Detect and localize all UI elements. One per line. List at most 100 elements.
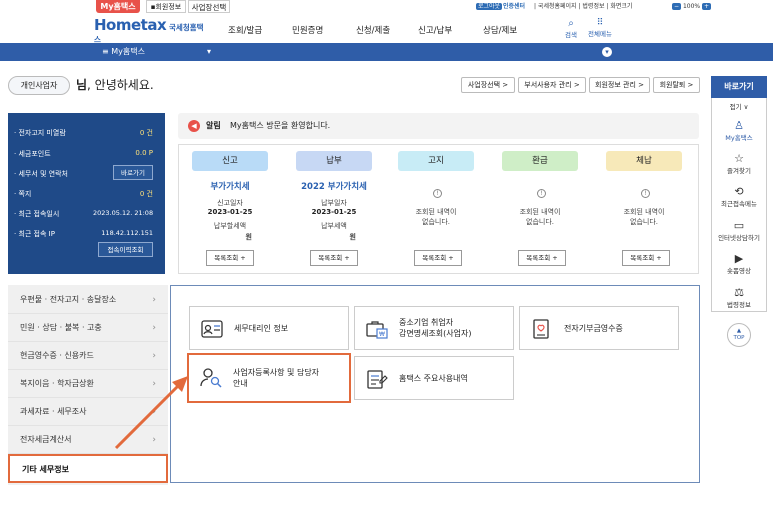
summary-value[interactable]: 0 건 [103, 189, 153, 199]
chevron-right-icon: › [152, 295, 156, 305]
card-title[interactable]: 부가가치세 [188, 180, 272, 192]
menu-item[interactable]: 우편물 · 전자고지 · 송달장소 › [8, 286, 168, 314]
card-label: 납부할세액 [213, 222, 247, 230]
card-date: 2023-01-25 [311, 208, 357, 216]
tax-office-link-button[interactable]: 바로가기 [113, 165, 153, 180]
exclamation-icon: ! [641, 189, 650, 198]
card-list-button[interactable]: 목록조회 + [414, 250, 462, 266]
nav-report-pay[interactable]: 신고/납부 [418, 24, 452, 36]
menu-item-other-tax-info[interactable]: 기타 세무정보 [8, 454, 168, 483]
last-login-ip: 118.42.112.151 [101, 229, 153, 237]
quick-menu-title: 바로가기 [711, 76, 767, 98]
card-list-button[interactable]: 목록조회 + [518, 250, 566, 266]
card-label: 납부세액 [321, 222, 347, 230]
card-empty-text: 없습니다. [526, 218, 554, 226]
quick-law-info[interactable]: ⚖ 법령정보 [711, 286, 767, 309]
card-header-report: 신고 [192, 151, 268, 171]
quick-fold-button[interactable]: 접기 ∨ [711, 101, 767, 111]
star-icon: ☆ [734, 152, 744, 165]
card-header-arrears: 체납 [606, 151, 682, 171]
summary-value[interactable]: 0 건 [103, 128, 153, 138]
card-header-payment: 납부 [296, 151, 372, 171]
highlight-arrow [114, 376, 188, 450]
tile-business-registration-info[interactable]: 사업자등록사항 및 담당자 안내 [187, 353, 351, 403]
card-list-button[interactable]: 목록조회 + [622, 250, 670, 266]
person-icon: ♙ [734, 119, 744, 132]
my-hometax-tab[interactable]: My홈택스 [96, 0, 140, 13]
menu-item[interactable]: 민원 · 상담 · 불복 · 고충 › [8, 314, 168, 342]
nav-application[interactable]: 신청/제출 [356, 24, 390, 36]
card-empty-text: 조회된 내역이 [519, 208, 561, 216]
withdraw-button[interactable]: 회원탈퇴 > [653, 77, 700, 93]
quick-online-consult[interactable]: ▭ 인터넷상담하기 [711, 219, 767, 242]
chevron-up-icon: ▲ [736, 328, 742, 334]
person-search-icon [200, 368, 222, 388]
util-links[interactable]: | 국세청홈페이지 | 법령정보 | 화면크기 [534, 1, 632, 12]
scroll-top-button[interactable]: ▲ TOP [727, 323, 751, 347]
summary-row: · 최근 접속 IP [14, 230, 55, 238]
last-login-time: 2023.05.12. 21:08 [93, 209, 154, 217]
zoom-control[interactable]: − 100% + [672, 1, 712, 12]
card-list-button[interactable]: 목록조회 + [206, 250, 254, 266]
tile-e-donation-receipt[interactable]: 전자기부금영수증 [519, 306, 679, 350]
summary-row: · 최근 접속일시 [14, 210, 60, 218]
nav-certificate[interactable]: 민원증명 [292, 24, 323, 36]
collapse-icon[interactable]: ▾ [602, 47, 612, 57]
card-header-refund: 환급 [502, 151, 578, 171]
quick-my-hometax[interactable]: ♙ My홈택스 [711, 119, 767, 142]
zoom-out-icon[interactable]: − [672, 3, 682, 10]
login-history-button[interactable]: 접속이력조회 [98, 242, 153, 257]
notice-bar: ◀ 알림 My홈택스 방문을 환영합니다. [178, 113, 699, 139]
user-type-badge: 개인사업자 [8, 76, 70, 95]
quick-shortform-video[interactable]: ▶ 숏폼영상 [711, 252, 767, 275]
card-label: 납부일자 [321, 199, 347, 207]
summary-row: · 세금포인트 [14, 150, 51, 158]
card-amount: 원 [245, 233, 252, 241]
zoom-in-icon[interactable]: + [702, 3, 712, 10]
summary-row: · 세무서 및 연락처 [14, 170, 68, 178]
play-icon: ▶ [734, 252, 744, 265]
business-select-tab[interactable]: 사업장선택 [188, 0, 230, 13]
summary-row: · 전자고지 미열람 [14, 129, 66, 137]
hometax-logo[interactable]: Hometax 국세청홈택스 [94, 16, 204, 44]
dept-user-button[interactable]: 부서사용자 관리 > [518, 77, 586, 93]
tile-sme-employee-reduction[interactable]: ₩ 중소기업 취업자 감면명세조회(사업자) [354, 306, 514, 350]
cert-center-link[interactable]: 인증센터 [503, 1, 525, 12]
hamburger-icon: ≡ [102, 47, 109, 56]
id-card-icon [201, 320, 223, 338]
search-icon: ⌕ [568, 18, 574, 29]
exclamation-icon: ! [537, 189, 546, 198]
nav-consult[interactable]: 상담/제보 [483, 24, 517, 36]
card-empty-text: 조회된 내역이 [623, 208, 665, 216]
search-button[interactable]: ⌕ 검색 [562, 18, 580, 39]
member-info-button[interactable]: 회원정보 관리 > [589, 77, 650, 93]
tile-hometax-usage-history[interactable]: 홈택스 주요사용내역 [354, 356, 514, 400]
logout-button[interactable]: 로그아웃 [476, 1, 503, 12]
quick-recent-menu[interactable]: ⟲ 최근접속메뉴 [711, 185, 767, 208]
speaker-icon: ◀ [188, 120, 200, 132]
card-title[interactable]: 2022 부가가치세 [292, 180, 376, 192]
tile-tax-agent-info[interactable]: 세무대리인 정보 [189, 306, 349, 350]
nav-inquiry[interactable]: 조회/발급 [228, 24, 262, 36]
card-list-button[interactable]: 목록조회 + [310, 250, 358, 266]
chevron-down-icon: ▾ [206, 47, 211, 56]
card-empty-text: 조회된 내역이 [415, 208, 457, 216]
member-info-tab[interactable]: ▪회원정보 [146, 0, 186, 13]
card-header-notice: 고지 [398, 151, 474, 171]
card-empty-text: 없습니다. [630, 218, 658, 226]
card-amount: 원 [349, 233, 356, 241]
menu-item[interactable]: 현금영수증 · 신용카드 › [8, 342, 168, 370]
card-empty-text: 없습니다. [422, 218, 450, 226]
all-menu-button[interactable]: ⠿ 전체메뉴 [586, 18, 614, 38]
exclamation-icon: ! [433, 189, 442, 198]
grid-icon: ⠿ [596, 18, 604, 28]
donation-receipt-icon [533, 319, 549, 339]
card-date: 2023-01-25 [207, 208, 253, 216]
chevron-right-icon: › [152, 351, 156, 361]
greeting-text: 님, 안녕하세요. [76, 78, 154, 92]
svg-text:₩: ₩ [379, 331, 385, 338]
business-select-button[interactable]: 사업장선택 > [461, 77, 515, 93]
my-hometax-dropdown[interactable]: ≡ My홈택스 ▾ [90, 43, 215, 61]
quick-favorites[interactable]: ☆ 즐겨찾기 [711, 152, 767, 175]
summary-value[interactable]: 0.0 P [103, 149, 153, 157]
